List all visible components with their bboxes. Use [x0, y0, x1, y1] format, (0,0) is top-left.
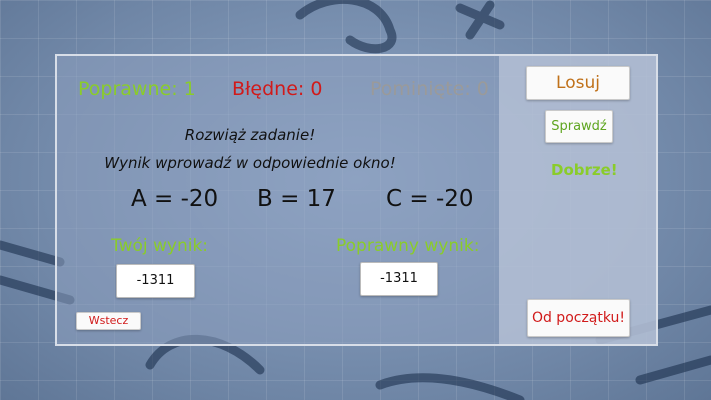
wrong-count: Błędne: 0 [232, 78, 323, 100]
skipped-count: Pominięte: 0 [370, 78, 489, 100]
variable-b: B = 17 [257, 186, 336, 212]
your-result-label: Twój wynik: [111, 236, 209, 256]
draw-button[interactable]: Losuj [526, 66, 630, 100]
back-button[interactable]: Wstecz [76, 312, 141, 330]
restart-button[interactable]: Od początku! [527, 299, 630, 337]
variable-a: A = -20 [131, 186, 219, 212]
correct-result-label: Poprawny wynik: [336, 236, 480, 256]
instruction-line-1: Rozwiąż zadanie! [184, 126, 316, 144]
variable-c: C = -20 [386, 186, 474, 212]
correct-result-field: -1311 [360, 262, 438, 296]
instruction-line-2: Wynik wprowadź w odpowiednie okno! [104, 154, 396, 172]
correct-count: Poprawne: 1 [78, 78, 196, 100]
feedback-text: Dobrze! [551, 161, 618, 179]
check-button[interactable]: Sprawdź [545, 110, 613, 143]
your-result-input[interactable]: -1311 [116, 264, 195, 298]
